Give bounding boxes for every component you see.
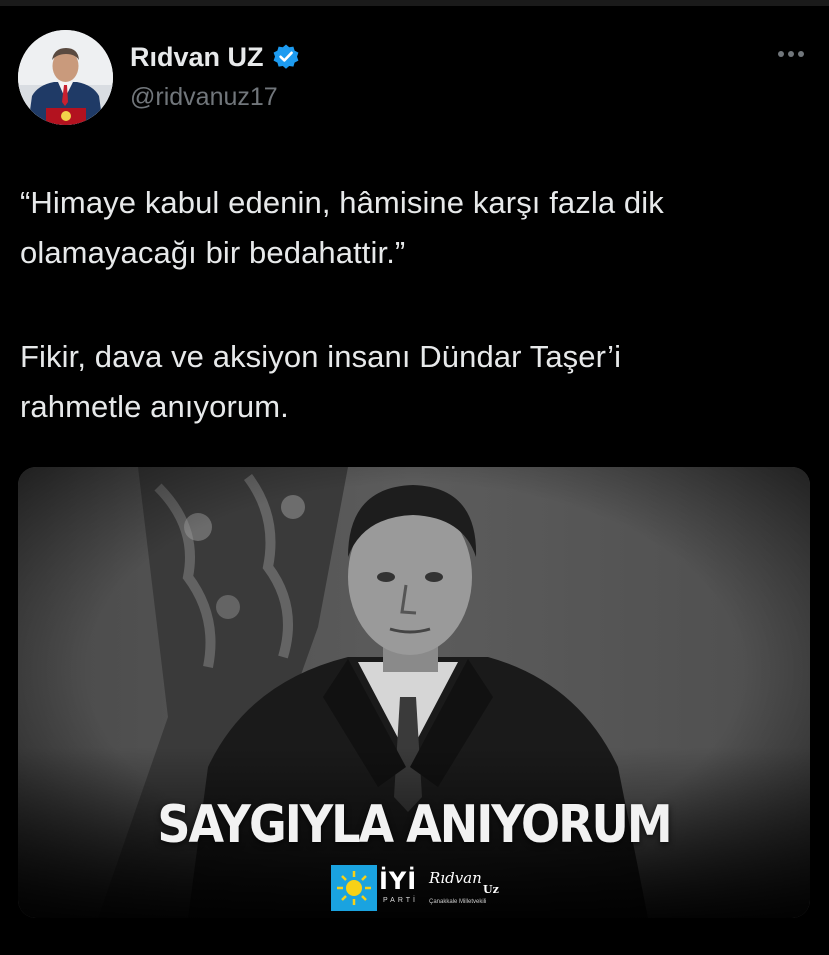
media-title: SAYGIYLA ANIYORUM [157,793,672,855]
verified-badge-icon [272,43,300,71]
tweet-line: olamayacağı bir bedahattir.” [20,235,406,270]
tweet-media-image[interactable]: SAYGIYLA ANIYORUM İYİ PARTİ Rıdvan Uz Ça… [18,467,810,918]
tweet-line: “Himaye kabul edenin, hâmisine karşı faz… [20,185,664,220]
signature-name: Rıdvan [429,869,482,887]
signature-surname: Uz [483,883,499,896]
party-logo-sub: PARTİ [383,897,418,904]
signature-subtitle: Çanakkale Milletvekili [429,899,487,905]
tweet-text: “Himaye kabul edenin, hâmisine karşı faz… [20,178,800,432]
author-name[interactable]: Rıdvan UZ [130,42,264,72]
sun-logo-icon [331,865,377,911]
avatar-image [18,30,113,125]
author-name-row[interactable]: Rıdvan UZ [130,42,300,72]
tweet-line: rahmetle anıyorum. [20,389,289,424]
top-divider [0,0,829,6]
avatar[interactable] [18,30,113,125]
party-logo-text: İYİ [379,867,418,895]
media-branding: İYİ PARTİ Rıdvan Uz Çanakkale Milletveki… [331,865,521,911]
more-horizontal-icon[interactable] [773,42,809,66]
tweet-line: Fikir, dava ve aksiyon insanı Dündar Taş… [20,339,622,374]
author-handle[interactable]: @ridvanuz17 [130,82,278,112]
